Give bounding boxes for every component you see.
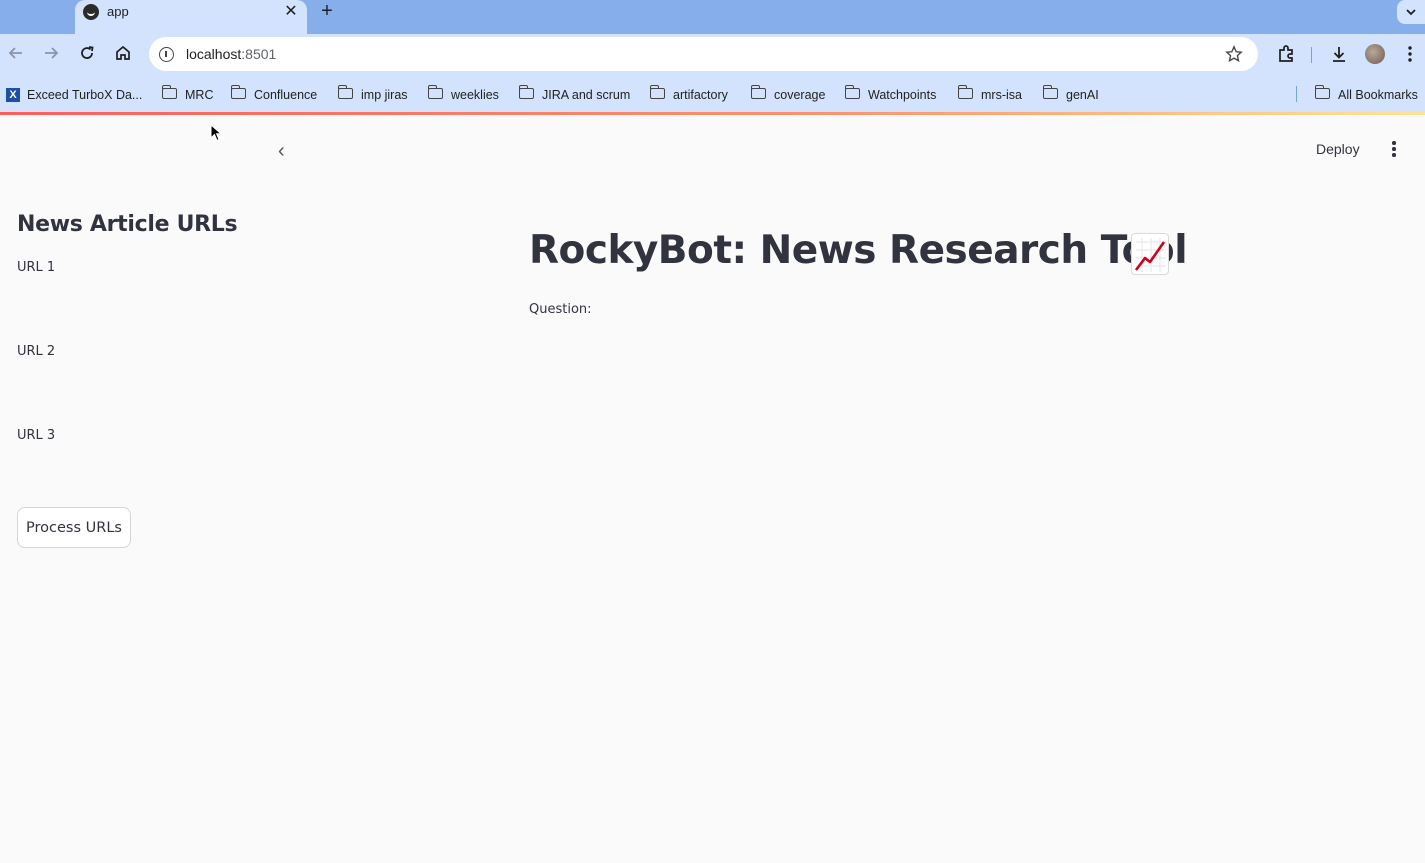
address-bar[interactable]: localhost:8501 <box>149 37 1258 71</box>
back-arrow-icon[interactable] <box>6 43 26 63</box>
all-bookmarks[interactable]: All Bookmarks <box>1338 88 1418 102</box>
sidebar-title: News Article URLs <box>17 212 238 237</box>
main-menu-icon[interactable] <box>1391 141 1397 157</box>
url-3-label: URL 3 <box>17 428 56 443</box>
folder-icon <box>427 85 443 99</box>
deploy-button[interactable]: Deploy <box>1316 141 1360 157</box>
extensions-puzzle-icon[interactable] <box>1276 44 1296 64</box>
chart-increasing-icon <box>1131 233 1169 275</box>
bookmark-genai[interactable]: genAI <box>1066 88 1099 102</box>
bookmark-weeklies[interactable]: weeklies <box>451 88 499 102</box>
folder-icon <box>337 85 353 99</box>
folder-icon <box>957 85 973 99</box>
bookmark-watchpoints[interactable]: Watchpoints <box>868 88 936 102</box>
tab-search-button[interactable] <box>1397 0 1425 24</box>
toolbar-divider <box>1311 47 1312 63</box>
bookmark-artifactory[interactable]: artifactory <box>673 88 728 102</box>
browser-tab[interactable]: app ✕ <box>75 0 307 34</box>
folder-icon <box>750 85 766 99</box>
url-2-label: URL 2 <box>17 344 56 359</box>
reload-icon[interactable] <box>77 43 97 63</box>
browser-toolbar: localhost:8501 <box>0 34 1425 76</box>
address-url[interactable]: localhost:8501 <box>186 46 276 62</box>
url-1-label: URL 1 <box>17 260 56 275</box>
forward-arrow-icon[interactable] <box>41 43 61 63</box>
bookmark-mrc[interactable]: MRC <box>185 88 213 102</box>
bookmark-imp-jiras[interactable]: imp jiras <box>361 88 408 102</box>
streamlit-favicon-icon <box>83 4 99 20</box>
bookmark-confluence[interactable]: Confluence <box>254 88 317 102</box>
bookmark-star-icon[interactable] <box>1225 45 1243 63</box>
collapse-sidebar-chevron-icon[interactable]: ‹ <box>278 141 285 161</box>
chevron-down-icon <box>1406 9 1416 16</box>
question-input[interactable] <box>529 321 1169 359</box>
site-info-icon[interactable] <box>159 47 174 62</box>
browser-tab-bar: app ✕ + <box>0 0 1425 34</box>
question-label: Question: <box>529 302 592 317</box>
folder-icon <box>518 85 534 99</box>
bookmark-coverage[interactable]: coverage <box>774 88 825 102</box>
tab-title: app <box>107 4 129 19</box>
folder-icon <box>1042 85 1058 99</box>
folder-icon <box>1314 85 1330 99</box>
folder-icon <box>230 85 246 99</box>
download-icon[interactable] <box>1329 44 1349 64</box>
bookmark-mrs-isa[interactable]: mrs-isa <box>981 88 1022 102</box>
bookmarks-bar: X Exceed TurboX Da... MRC Confluence imp… <box>0 76 1425 112</box>
page-title: RockyBot: News Research Tool <box>529 228 1188 273</box>
bookmark-exceed-turbox[interactable]: Exceed TurboX Da... <box>27 88 142 102</box>
tab-close-icon[interactable]: ✕ <box>283 1 299 21</box>
process-urls-button[interactable]: Process URLs <box>17 507 131 548</box>
app-page: ‹ Deploy News Article URLs URL 1 URL 2 U… <box>0 115 1425 863</box>
folder-icon <box>161 85 177 99</box>
bookmarks-divider <box>1296 86 1297 102</box>
profile-avatar[interactable] <box>1365 44 1385 64</box>
folder-icon <box>649 85 665 99</box>
home-icon[interactable] <box>113 43 133 63</box>
browser-menu-icon[interactable] <box>1400 44 1420 64</box>
x-app-icon: X <box>6 88 20 102</box>
mouse-cursor-icon <box>210 124 222 142</box>
url-2-input[interactable] <box>17 362 487 400</box>
new-tab-icon[interactable]: + <box>318 0 336 22</box>
bookmark-jira-and-scrum[interactable]: JIRA and scrum <box>542 88 630 102</box>
url-3-input[interactable] <box>17 446 487 484</box>
folder-icon <box>844 85 860 99</box>
url-1-input[interactable] <box>17 278 487 316</box>
